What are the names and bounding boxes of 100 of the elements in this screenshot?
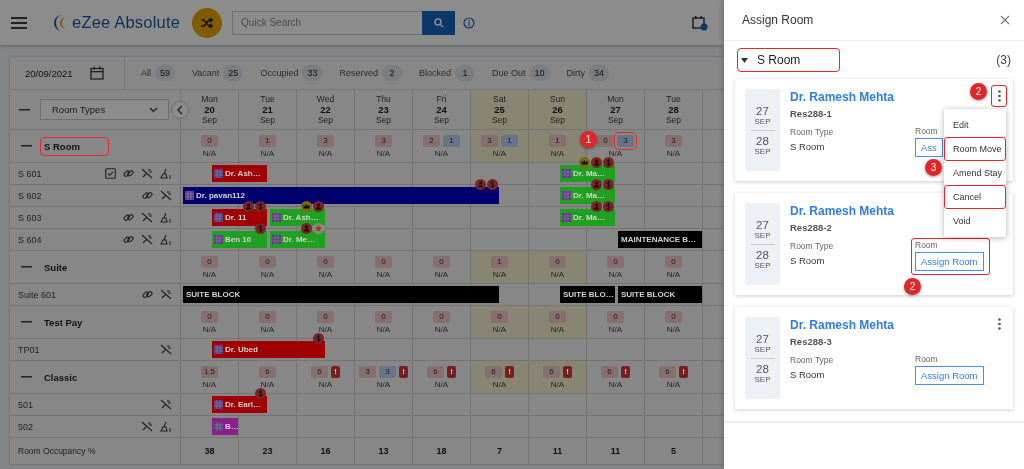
occupancy-value: 5 — [671, 446, 676, 456]
availability-count: 2 — [423, 134, 440, 147]
previous-button[interactable] — [171, 101, 189, 119]
guest-name: Dr. Ma… — [573, 213, 605, 222]
alert-badge: ! — [563, 365, 572, 378]
menu-item[interactable]: Room Move — [944, 137, 1006, 161]
assign-room-button[interactable]: Assign Room — [915, 366, 984, 385]
availability-count: 1.5 — [201, 365, 218, 378]
rate-text: N/A — [318, 324, 333, 334]
broom-icon[interactable] — [160, 212, 172, 223]
field-label: Room Type — [790, 127, 835, 137]
date-field[interactable]: 20/09/2021 — [25, 67, 73, 79]
assign-room-button[interactable]: Ass — [915, 138, 943, 157]
broom-icon[interactable] — [160, 168, 172, 179]
day-header: Tue 21 Sep — [239, 90, 297, 129]
assign-room-button[interactable]: Assign Room — [915, 252, 984, 271]
crossed-broom-icon[interactable] — [160, 344, 172, 355]
reservation-bar[interactable]: Dr. 11 — [212, 209, 267, 226]
availability-count: 0 — [259, 255, 276, 268]
rate-text: N/A — [434, 379, 449, 389]
checkbox-icon[interactable] — [105, 168, 116, 179]
crossed-broom-icon[interactable] — [160, 289, 172, 300]
rate-text: N/A — [260, 324, 275, 334]
filter-label[interactable]: All — [141, 68, 151, 78]
field-value: S Room — [790, 141, 826, 152]
rate-text: N/A — [202, 269, 217, 279]
calendar-icon[interactable] — [89, 66, 104, 80]
count-badge: 25 — [223, 65, 244, 81]
rate-text: N/A — [666, 324, 681, 334]
reservation-bar[interactable]: Dr. Earl… — [212, 396, 267, 413]
step-marker: 3 — [925, 159, 942, 176]
search-button[interactable] — [422, 10, 456, 35]
crossed-broom-icon[interactable] — [141, 234, 153, 245]
availability-count: 6 — [311, 365, 328, 378]
guest-name: Dr. Me… — [283, 235, 315, 244]
calendar-add-icon[interactable] — [692, 14, 709, 31]
rate-text: N/A — [318, 148, 333, 158]
availability-count: 3 — [375, 134, 392, 147]
reservation-bar[interactable]: B… — [212, 418, 238, 435]
room-types-dropdown[interactable]: Room Types — [40, 99, 169, 120]
room-type-name[interactable]: Suite — [40, 257, 97, 277]
reservation-number: Res288-2 — [790, 222, 832, 233]
reservation-bar[interactable]: Dr. pavan112 — [183, 187, 499, 204]
availability-count: 1 — [549, 134, 566, 147]
filter-label[interactable]: Reserved — [339, 68, 378, 78]
guest-name: B… — [225, 422, 239, 431]
shuffle-button[interactable] — [192, 7, 223, 38]
day-header: Mon 27 Sep — [587, 90, 645, 129]
crossed-broom-icon[interactable] — [141, 212, 153, 223]
link-icon[interactable] — [123, 168, 134, 179]
guest-link[interactable]: Dr. Ramesh Mehta — [790, 90, 895, 104]
block-bar[interactable]: SUITE BLOCK — [618, 286, 702, 303]
crossed-broom-icon[interactable] — [141, 168, 153, 179]
link-icon[interactable] — [123, 234, 134, 245]
rate-text: N/A — [260, 148, 275, 158]
info-icon[interactable] — [463, 16, 476, 29]
filter-label[interactable]: Blocked — [418, 68, 451, 78]
more-button[interactable] — [991, 85, 1007, 107]
guest-name: MAINTENANCE B… — [621, 235, 697, 244]
crossed-broom-icon[interactable] — [160, 399, 172, 410]
guest-name: SUITE BLOCK — [621, 290, 676, 299]
filter-label[interactable]: Due Out — [491, 68, 526, 78]
room-type-name[interactable]: Test Pay — [40, 312, 112, 332]
reservation-count: (3) — [996, 53, 1011, 67]
occupancy-value: 16 — [320, 446, 331, 456]
menu-item[interactable]: Void — [944, 209, 1006, 233]
availability-count: 0 — [607, 310, 624, 323]
occupancy-value: 18 — [436, 446, 447, 456]
occupancy-value: 13 — [378, 446, 389, 456]
search-field[interactable]: Quick Search — [232, 10, 423, 35]
reservation-bar[interactable]: Dr. Ash… — [212, 165, 267, 182]
broom-icon[interactable] — [160, 421, 172, 432]
menu-item[interactable]: Edit — [944, 113, 1006, 137]
menu-item[interactable]: Amend Stay — [944, 161, 1006, 185]
room-type-toggle[interactable]: S Room — [737, 48, 840, 72]
filter-label[interactable]: Vacant — [192, 68, 220, 78]
link-icon[interactable] — [142, 190, 153, 201]
reservation-bar[interactable]: Dr. Ubed — [212, 341, 325, 358]
field-value: S Room — [790, 369, 826, 380]
guest-link[interactable]: Dr. Ramesh Mehta — [790, 318, 895, 332]
filter-label[interactable]: Occupied — [260, 68, 299, 78]
menu-icon[interactable] — [11, 16, 27, 29]
crossed-broom-icon[interactable] — [141, 421, 153, 432]
collapse-icon[interactable] — [19, 108, 30, 111]
link-icon[interactable] — [142, 289, 153, 300]
calendar-icon — [214, 345, 223, 354]
link-icon[interactable] — [123, 212, 134, 223]
guest-link[interactable]: Dr. Ramesh Mehta — [790, 204, 895, 218]
broom-icon[interactable] — [160, 234, 172, 245]
block-bar[interactable]: SUITE BLO… — [560, 286, 615, 303]
block-bar[interactable]: SUITE BLOCK — [183, 286, 499, 303]
room-type-name[interactable]: S Room — [40, 136, 109, 156]
filter-label[interactable]: Dirty — [566, 68, 585, 78]
room-type-name[interactable]: Classic — [40, 367, 107, 387]
guest-name: Dr. Ash… — [225, 169, 261, 178]
crossed-broom-icon[interactable] — [160, 190, 172, 201]
step-marker: 1 — [580, 131, 597, 148]
close-icon[interactable] — [1000, 15, 1010, 25]
occupancy-value: 23 — [262, 446, 273, 456]
block-bar[interactable]: MAINTENANCE B… — [618, 231, 702, 248]
